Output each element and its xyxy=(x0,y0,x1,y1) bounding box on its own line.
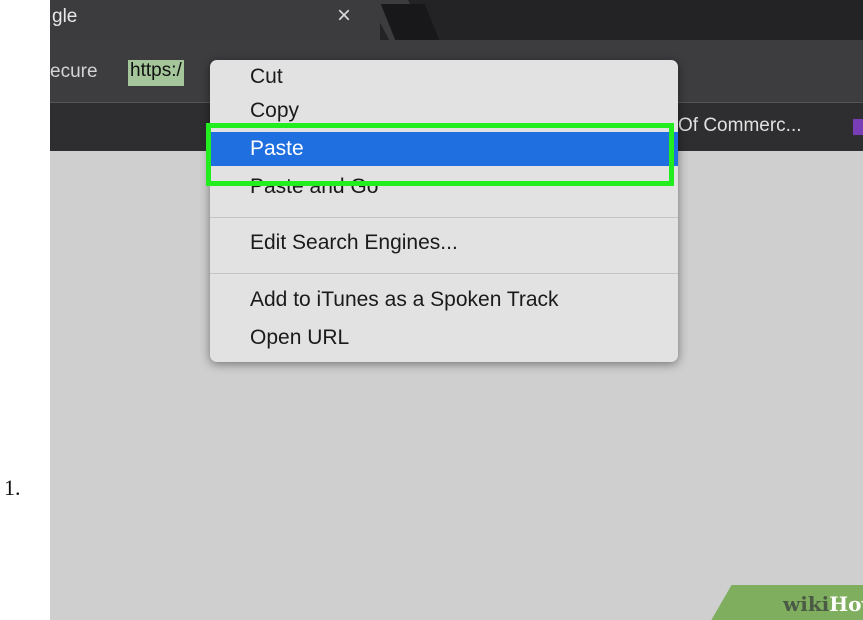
menu-item-label: Add to iTunes as a Spoken Track xyxy=(250,288,559,311)
close-icon[interactable]: × xyxy=(337,2,351,30)
menu-item-cut[interactable]: Cut xyxy=(210,60,678,94)
bookmark-item[interactable]: Of Commerc... xyxy=(678,115,802,137)
watermark-wiki: wiki xyxy=(783,592,830,616)
menu-item-label: Edit Search Engines... xyxy=(250,231,458,254)
secure-label: ecure xyxy=(50,61,98,82)
context-menu: Cut Copy Paste Paste and Go Edit Search … xyxy=(210,60,678,362)
menu-item-add-to-itunes[interactable]: Add to iTunes as a Spoken Track xyxy=(210,283,678,317)
tab-title: gle xyxy=(52,6,78,27)
step-number: 1. xyxy=(4,475,21,500)
url-input[interactable]: https:/ xyxy=(128,60,184,86)
menu-item-open-url[interactable]: Open URL xyxy=(210,321,678,355)
browser-tab[interactable]: gle × xyxy=(50,0,380,40)
menu-item-edit-search-engines[interactable]: Edit Search Engines... xyxy=(210,226,678,260)
tab-strip: gle × xyxy=(50,0,863,40)
highlight-box xyxy=(206,123,674,186)
menu-separator xyxy=(210,273,678,274)
watermark-how: How xyxy=(829,592,863,616)
menu-item-label: Open URL xyxy=(250,326,350,349)
menu-item-label: Cut xyxy=(250,65,283,88)
bookmark-icon[interactable] xyxy=(853,119,863,135)
menu-separator xyxy=(210,217,678,218)
browser-screenshot: gle × ecure https:/ Of Commerc... Cut Co… xyxy=(50,0,863,620)
watermark-logo: wikiHow xyxy=(783,592,863,616)
